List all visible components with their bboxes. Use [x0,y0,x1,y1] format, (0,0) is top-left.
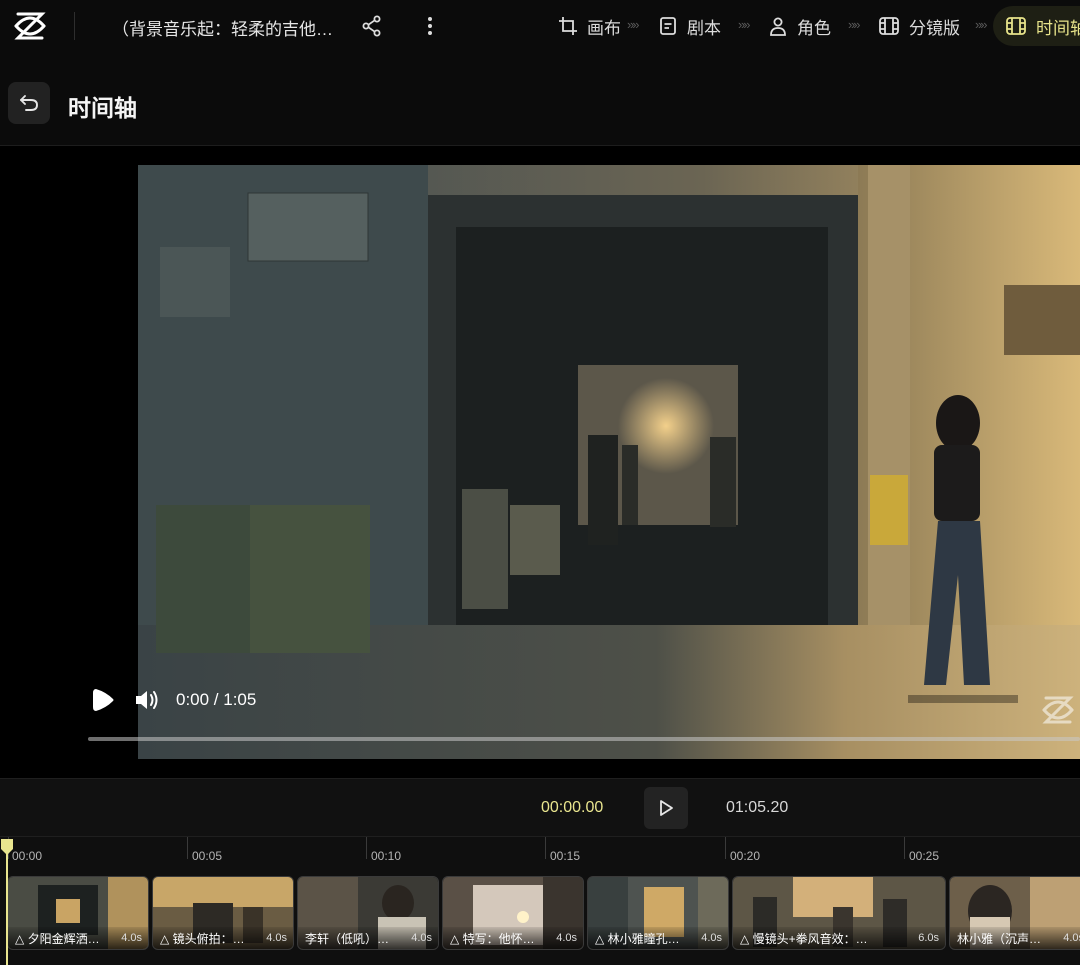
timeline-clip[interactable]: △ 夕阳金辉洒… 4.0s [7,876,149,950]
clip-duration: 4.0s [121,932,142,944]
nav-label: 画布 [587,18,621,38]
watermark-logo-icon [1042,696,1074,724]
clip-label: △ 特写：他怀… 4.0s [443,927,583,949]
ruler-tick [187,837,188,859]
nav-separator: »» [848,17,861,32]
nav-item-canvas[interactable]: 画布 [558,6,621,46]
nav-item-script[interactable]: 剧本 [658,6,721,46]
playhead-handle-icon[interactable] [0,838,14,856]
nav-label: 分镜版 [909,18,960,38]
nav-separator: »» [627,17,640,32]
clip-label: 林小雅（沉声… 4.0s [950,927,1080,949]
nav-item-storyboard[interactable]: 分镜版 [878,6,960,46]
ruler-label: 00:20 [730,849,761,863]
clip-duration: 4.0s [1063,932,1080,944]
top-bar: （背景音乐起：轻柔的吉他… 画布 »» 剧本 »» 角色 »» 分镜版 »» 时… [0,0,1080,52]
ruler-tick [904,837,905,859]
clip-duration: 4.0s [701,932,722,944]
timeline-clip[interactable]: 林小雅（沉声… 4.0s [949,876,1080,950]
playback-time: 0:00 / 1:05 [176,690,257,709]
ruler-label: 00:00 [12,849,43,863]
nav-separator: »» [975,17,988,32]
video-track: △ 夕阳金辉洒… 4.0s △ 镜头俯拍：… 4.0s 李轩（低吼）… 4.0s △ … [0,874,1080,965]
nav-label: 时间轴 [1036,18,1080,38]
timeline-clip[interactable]: △ 慢镜头+拳风音效：… 6.0s [732,876,946,950]
clip-label: △ 夕阳金辉洒… 4.0s [8,927,148,949]
video-frame[interactable] [138,165,1080,759]
ruler-label: 00:05 [192,849,223,863]
share-icon[interactable] [360,14,384,38]
page-title: 时间轴 [68,95,137,121]
clip-title: △ 镜头俯拍：… [160,931,245,946]
more-vertical-icon[interactable] [420,14,440,38]
video-preview: 0:00 / 1:05 [0,146,1080,778]
timeline-clip[interactable]: △ 镜头俯拍：… 4.0s [152,876,294,950]
timeline-ruler[interactable]: 00:00 00:05 00:10 00:15 00:20 00:25 [0,836,1080,874]
clip-title: 林小雅（沉声… [957,931,1042,946]
ruler-label: 00:10 [371,849,402,863]
timeline-clip[interactable]: △ 特写：他怀… 4.0s [442,876,584,950]
undo-arrow-icon [20,95,38,111]
timeline-play-button[interactable] [644,787,688,829]
back-button[interactable] [8,82,50,124]
play-icon[interactable] [90,686,116,714]
nav-item-timeline[interactable]: 时间轴 [993,6,1080,46]
ruler-label: 00:25 [909,849,940,863]
timeline-icon [1006,17,1026,35]
crop-icon [559,17,577,35]
video-scene-image [138,165,1080,759]
timeline-clip[interactable]: △ 林小雅瞳孔… 4.0s [587,876,729,950]
clip-label: 李轩（低吼）… 4.0s [298,927,438,949]
clip-title: △ 夕阳金辉洒… [15,931,100,946]
clip-label: △ 镜头俯拍：… 4.0s [153,927,293,949]
volume-icon[interactable] [134,688,160,712]
clip-duration: 4.0s [266,932,287,944]
divider [74,12,75,40]
app-logo-icon[interactable] [10,6,50,46]
clip-label: △ 慢镜头+拳风音效：… 6.0s [733,927,945,949]
ruler-tick [545,837,546,859]
film-icon [879,17,899,35]
nav-separator: »» [738,17,751,32]
timeline-transport: 00:00.00 01:05.20 [0,778,1080,836]
clip-title: △ 慢镜头+拳风音效：… [740,931,868,946]
playback-progress-bar[interactable] [88,737,1080,741]
ruler-label: 00:15 [550,849,581,863]
script-icon [660,17,676,35]
playhead-line [6,846,8,965]
nav-label: 角色 [797,18,831,38]
clip-duration: 6.0s [918,932,939,944]
nav-label: 剧本 [687,18,721,38]
total-time: 01:05.20 [726,799,789,816]
clip-duration: 4.0s [411,932,432,944]
clip-duration: 4.0s [556,932,577,944]
clip-title: 李轩（低吼）… [305,931,390,946]
play-outline-icon [660,800,673,816]
clip-title: △ 林小雅瞳孔… [595,931,680,946]
timeline-clip[interactable]: 李轩（低吼）… 4.0s [297,876,439,950]
clip-title: △ 特写：他怀… [450,931,535,946]
clip-label: △ 林小雅瞳孔… 4.0s [588,927,728,949]
project-title[interactable]: （背景音乐起：轻柔的吉他… [112,15,333,40]
ruler-tick [725,837,726,859]
ruler-tick [366,837,367,859]
user-icon [770,17,786,36]
current-time: 00:00.00 [541,799,604,816]
nav-item-characters[interactable]: 角色 [768,6,831,46]
